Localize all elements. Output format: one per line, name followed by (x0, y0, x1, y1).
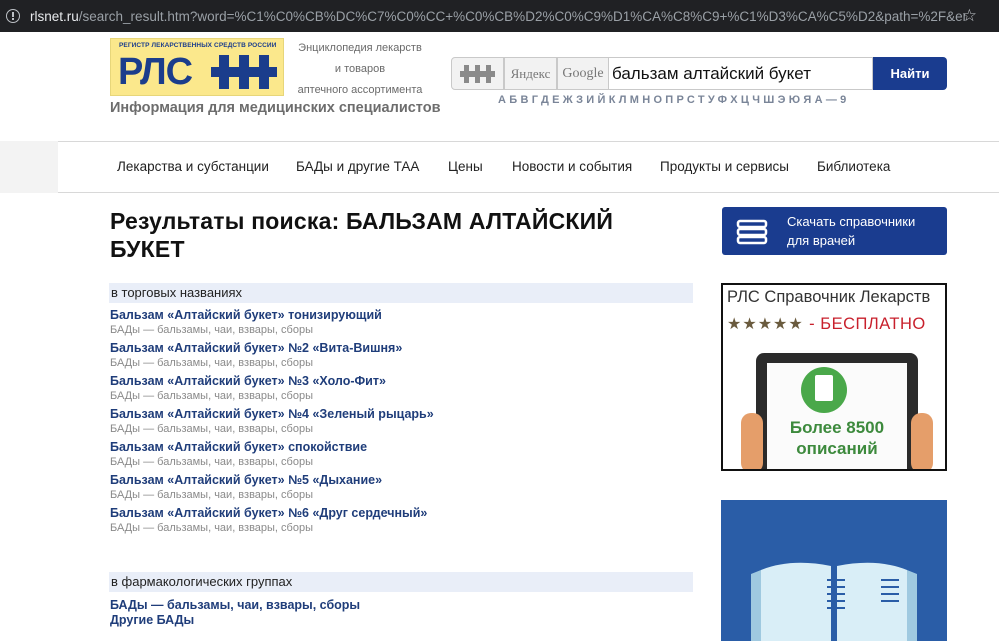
hand-right-icon (911, 413, 933, 469)
result-category: БАДы — бальзамы, чаи, взвары, сборы (110, 390, 313, 402)
header-info: Информация для медицинских специалистов (110, 100, 441, 116)
rating-stars-icon: ★★★★★ (727, 316, 804, 333)
rls-crosses-icon (459, 64, 495, 83)
nav-item-library[interactable]: Библиотека (817, 159, 890, 174)
list-item: Бальзам «Алтайский букет» №4 «Зеленый ры… (110, 407, 670, 436)
url-host: rlsnet.ru (30, 8, 79, 24)
result-link[interactable]: Бальзам «Алтайский букет» №4 «Зеленый ры… (110, 407, 670, 422)
result-link[interactable]: Бальзам «Алтайский букет» №2 «Вита-Вишня… (110, 341, 670, 356)
books-icon (736, 219, 768, 245)
alphabet-index[interactable]: АБВГДЕЖЗИЙКЛМНОПРСТУФХЦЧШЭЮЯА—9 (498, 94, 850, 106)
result-link[interactable]: Бальзам «Алтайский букет» спокойствие (110, 440, 670, 455)
nav-item-products[interactable]: Продукты и сервисы (660, 159, 789, 174)
nav-item-prices[interactable]: Цены (448, 159, 483, 174)
list-item: Бальзам «Алтайский букет» №5 «Дыхание» Б… (110, 473, 670, 502)
download-label-line: Скачать справочники (787, 214, 916, 229)
list-item: Бальзам «Алтайский букет» №6 «Друг серде… (110, 506, 670, 535)
result-link[interactable]: Бальзам «Алтайский букет» №5 «Дыхание» (110, 473, 670, 488)
bookmark-star-icon[interactable]: ☆ (962, 6, 977, 26)
ad-big-line: Более 8500 (789, 418, 885, 437)
book-ad-banner[interactable] (721, 500, 947, 641)
list-item: Бальзам «Алтайский букет» спокойствие БА… (110, 440, 670, 469)
rls-logo[interactable]: РЕГИСТР ЛЕКАРСТВЕННЫХ СРЕДСТВ РОССИИ РЛС (110, 38, 284, 96)
group-link[interactable]: БАДы — бальзамы, чаи, взвары, сборы (110, 598, 360, 612)
ad-title: РЛС Справочник Лекарств (727, 288, 931, 306)
list-item: Бальзам «Алтайский букет» тонизирующий Б… (110, 308, 670, 337)
search-box: Яндекс Google Найти (451, 57, 947, 90)
download-guides-button[interactable]: Скачать справочники для врачей (722, 207, 947, 255)
hand-left-icon (741, 413, 763, 469)
tagline-line: аптечного ассортимента (297, 84, 423, 96)
download-label-line: для врачей (787, 233, 856, 248)
search-button[interactable]: Найти (873, 57, 947, 90)
group-link[interactable]: Другие БАДы (110, 613, 194, 627)
result-category: БАДы — бальзамы, чаи, взвары, сборы (110, 324, 313, 336)
address-bar[interactable]: rlsnet.ru/search_result.htm?word=%C1%C0%… (0, 0, 999, 32)
url-text[interactable]: rlsnet.ru/search_result.htm?word=%C1%C0%… (30, 9, 965, 24)
app-ad-banner[interactable]: РЛС Справочник Лекарств ★★★★★ - БЕСПЛАТН… (721, 283, 947, 471)
result-category: БАДы — бальзамы, чаи, взвары, сборы (110, 423, 313, 435)
tagline-line: и товаров (334, 63, 386, 75)
result-link[interactable]: Бальзам «Алтайский букет» тонизирующий (110, 308, 670, 323)
result-link[interactable]: Бальзам «Алтайский букет» №3 «Холо-Фит» (110, 374, 670, 389)
section-header-pharm-groups: в фармакологических группах (109, 572, 693, 592)
nav-item-drugs[interactable]: Лекарства и субстанции (117, 159, 269, 174)
nav-item-news[interactable]: Новости и события (512, 159, 632, 174)
list-item: Бальзам «Алтайский букет» №2 «Вита-Вишня… (110, 341, 670, 370)
tagline: Энциклопедия лекарств и товаров аптечног… (290, 38, 430, 101)
main-nav: Лекарства и субстанции БАДы и другие ТАА… (58, 141, 999, 193)
logo-crosses-icon (211, 55, 277, 89)
result-category: БАДы — бальзамы, чаи, взвары, сборы (110, 522, 313, 534)
result-link[interactable]: Бальзам «Алтайский букет» №6 «Друг серде… (110, 506, 670, 521)
open-book-icon (751, 562, 917, 641)
nav-left-shade (0, 141, 58, 193)
result-category: БАДы — бальзамы, чаи, взвары, сборы (110, 489, 313, 501)
list-item: Бальзам «Алтайский букет» №3 «Холо-Фит» … (110, 374, 670, 403)
url-path: /search_result.htm?word=%C1%C0%CB%DC%C7%… (78, 8, 965, 24)
ad-rating: ★★★★★ - БЕСПЛАТНО (727, 314, 926, 334)
result-category: БАДы — бальзамы, чаи, взвары, сборы (110, 357, 313, 369)
ad-free-label: - БЕСПЛАТНО (809, 315, 926, 333)
yandex-search-button[interactable]: Яндекс (504, 57, 557, 90)
google-search-button[interactable]: Google (557, 57, 609, 90)
logo-register-text: РЕГИСТР ЛЕКАРСТВЕННЫХ СРЕДСТВ РОССИИ (119, 42, 277, 49)
rls-search-engine-button[interactable] (451, 57, 504, 90)
page-title: Результаты поиска: БАЛЬЗАМ АЛТАЙСКИЙ БУК… (110, 208, 614, 262)
logo-text: РЛС (118, 51, 193, 93)
result-category: БАДы — бальзамы, чаи, взвары, сборы (110, 456, 313, 468)
ad-big-line: описаний (796, 439, 878, 458)
info-icon[interactable] (6, 9, 20, 23)
document-icon (815, 375, 833, 401)
search-input[interactable] (609, 57, 873, 90)
section-header-trade-names: в торговых названиях (109, 283, 693, 303)
tagline-line: Энциклопедия лекарств (298, 42, 422, 54)
ad-big-text: Более 8500 описаний (767, 417, 907, 459)
nav-item-supplements[interactable]: БАДы и другие ТАА (296, 159, 419, 174)
